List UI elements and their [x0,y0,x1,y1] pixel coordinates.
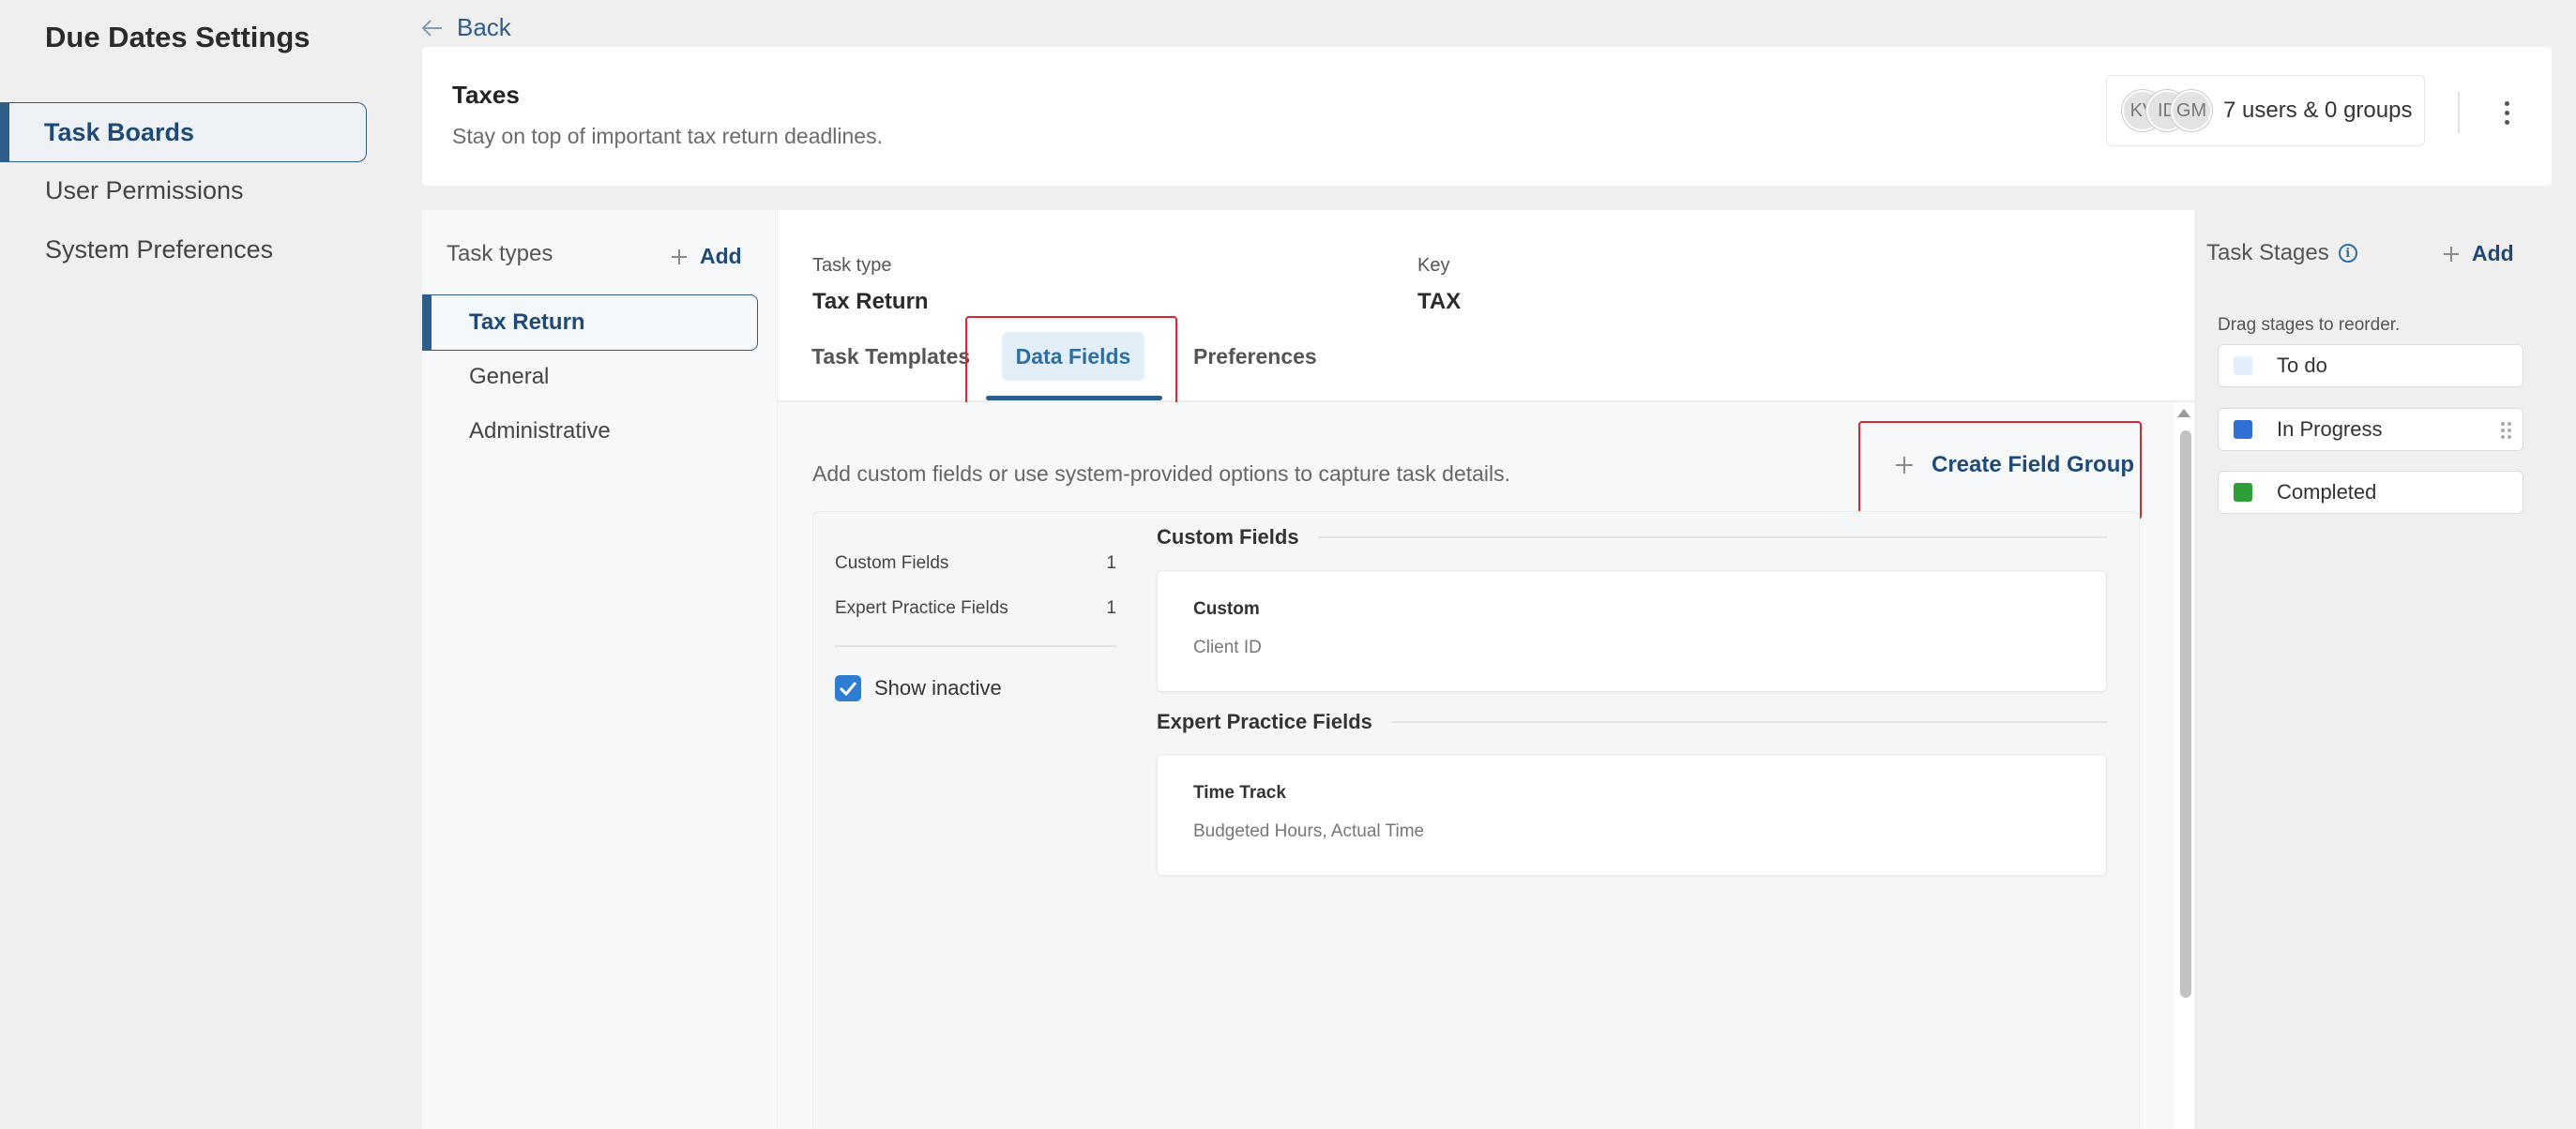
stage-label: In Progress [2277,417,2383,441]
sidebar-item-user-permissions[interactable]: User Permissions [0,160,367,220]
members-summary: 7 users & 0 groups [2223,98,2413,123]
sidebar-item-label: Task Boards [44,117,195,146]
task-type-label: Tax Return [469,309,585,335]
task-stages-heading: Task Stages i [2206,240,2357,266]
task-types-label: Task types [447,241,553,266]
count-row-expert-practice-fields[interactable]: Expert Practice Fields 1 [835,598,1116,619]
field-group-fields: Client ID [1193,638,1262,657]
task-type-administrative[interactable]: Administrative [422,403,758,459]
data-fields-content: Add custom fields or use system-provided… [778,402,2174,1129]
data-fields-intro: Add custom fields or use system-provided… [812,461,1511,486]
key-meta-value: TAX [1417,289,1462,314]
fields-container: Custom Fields 1 Expert Practice Fields 1… [812,511,2140,1129]
count-row-custom-fields[interactable]: Custom Fields 1 [835,553,1116,574]
show-inactive-label: Show inactive [874,676,1002,700]
task-types-panel: Task types Add Tax Return General Admini… [422,210,777,1129]
section-heading-label: Expert Practice Fields [1157,710,1372,733]
stage-label: To do [2277,354,2327,377]
task-type-label: General [469,364,550,389]
task-type-label: Administrative [469,418,611,444]
section-heading-expert-practice-fields: Expert Practice Fields [1157,710,2107,734]
drag-handle-icon[interactable] [2501,422,2511,439]
sidebar-item-label: User Permissions [45,175,244,204]
stage-item-completed[interactable]: Completed [2218,471,2523,514]
count-value: 1 [1106,553,1116,573]
field-group-fields: Budgeted Hours, Actual Time [1193,821,1425,841]
sidebar-item-task-boards[interactable]: Task Boards [0,102,367,162]
board-title: Taxes [452,81,520,109]
more-options-icon[interactable] [2495,94,2518,131]
highlight-box-data-fields-tab [965,316,1177,408]
count-label: Expert Practice Fields [835,598,1008,618]
back-link[interactable]: Back [421,13,511,42]
task-type-meta-label: Task type [812,255,892,276]
add-label: Add [2472,241,2514,265]
members-button[interactable]: KV ID GM 7 users & 0 groups [2106,75,2425,146]
stage-item-to-do[interactable]: To do [2218,344,2523,387]
add-stage-button[interactable]: Add [2442,241,2514,266]
section-heading-custom-fields: Custom Fields [1157,525,2107,549]
stage-item-in-progress[interactable]: In Progress [2218,408,2523,451]
tab-preferences[interactable]: Preferences [1193,344,1317,369]
sidebar-item-label: System Preferences [45,234,274,263]
stage-color-swatch [2234,420,2252,439]
info-icon[interactable]: i [2338,244,2357,263]
field-group-title: Time Track [1193,783,1286,803]
field-group-card-time-track[interactable]: Time Track Budgeted Hours, Actual Time [1157,754,2107,876]
stage-color-swatch [2234,356,2252,375]
highlight-box-create-field-group [1858,421,2142,519]
back-label: Back [457,13,511,41]
section-heading-label: Custom Fields [1157,525,1299,549]
plus-icon [2444,246,2459,262]
task-type-meta-value: Tax Return [812,289,929,314]
stage-label: Completed [2277,480,2377,504]
page-title: Due Dates Settings [45,21,311,53]
sidebar-divider [835,645,1116,647]
board-description: Stay on top of important tax return dead… [452,124,883,148]
field-group-card-custom[interactable]: Custom Client ID [1157,570,2107,692]
arrow-left-icon [421,19,442,37]
task-stages-label: Task Stages [2206,240,2329,265]
avatar: GM [2171,90,2212,131]
sidebar-item-system-preferences[interactable]: System Preferences [0,219,367,279]
header-divider [2458,92,2460,133]
board-header-card: Taxes Stay on top of important tax retur… [422,47,2552,186]
stages-reorder-hint: Drag stages to reorder. [2218,315,2401,335]
show-inactive-checkbox[interactable] [835,675,861,701]
scrollbar-thumb[interactable] [2180,430,2191,998]
count-label: Custom Fields [835,553,949,573]
task-type-details-panel: Task type Tax Return Key TAX Task Templa… [778,210,2194,1129]
stage-color-swatch [2234,483,2252,502]
task-type-general[interactable]: General [422,349,758,405]
task-type-tax-return[interactable]: Tax Return [422,294,758,351]
field-group-title: Custom [1193,599,1260,619]
scroll-up-arrow-icon[interactable] [2177,409,2190,417]
key-meta-label: Key [1417,255,1450,276]
checkmark-icon [839,682,857,696]
tab-task-templates[interactable]: Task Templates [811,344,970,369]
add-task-type-button[interactable]: Add [670,244,742,269]
add-label: Add [700,244,742,268]
count-value: 1 [1106,598,1116,618]
plus-icon [672,248,687,264]
show-inactive-toggle[interactable]: Show inactive [835,675,1002,701]
